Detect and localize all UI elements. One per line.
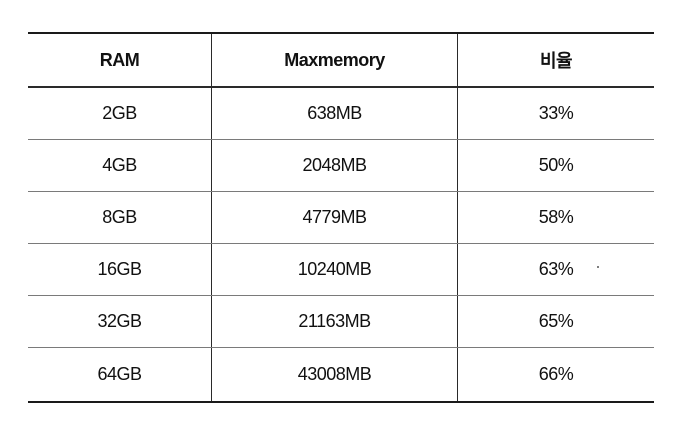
table-row: 8GB 4779MB 58% — [28, 192, 654, 244]
header-ratio: 비율 — [539, 51, 573, 71]
header-ram: RAM — [28, 34, 212, 86]
cell-ram: 4GB — [28, 140, 212, 191]
cell-ram: 8GB — [28, 192, 212, 243]
cell-ratio: 33% — [538, 103, 574, 123]
cell-ram: 2GB — [28, 88, 212, 139]
cell-maxmemory: 10240MB — [212, 244, 458, 295]
table-row: 32GB 21163MB 65% — [28, 296, 654, 348]
cell-ratio: 66% — [538, 364, 574, 384]
cell-maxmemory: 4779MB — [212, 192, 458, 243]
table-header-row: RAM Maxmemory 비율 — [28, 34, 654, 88]
cell-maxmemory: 638MB — [212, 88, 458, 139]
speck-dot — [597, 266, 599, 268]
ram-maxmemory-table: RAM Maxmemory 비율 2GB 638MB 33% 4GB 2048M… — [28, 32, 654, 403]
cell-ram: 16GB — [28, 244, 212, 295]
cell-maxmemory: 43008MB — [212, 348, 458, 401]
header-maxmemory: Maxmemory — [212, 34, 458, 86]
cell-maxmemory: 2048MB — [212, 140, 458, 191]
cell-ratio: 65% — [538, 311, 574, 331]
cell-ratio: 58% — [538, 207, 574, 227]
table-row: 16GB 10240MB 63% — [28, 244, 654, 296]
cell-ratio: 50% — [538, 155, 574, 175]
table-row: 64GB 43008MB 66% — [28, 348, 654, 401]
cell-ram: 32GB — [28, 296, 212, 347]
cell-maxmemory: 21163MB — [212, 296, 458, 347]
cell-ram: 64GB — [28, 348, 212, 401]
table-row: 2GB 638MB 33% — [28, 88, 654, 140]
table-row: 4GB 2048MB 50% — [28, 140, 654, 192]
cell-ratio: 63% — [538, 259, 574, 279]
